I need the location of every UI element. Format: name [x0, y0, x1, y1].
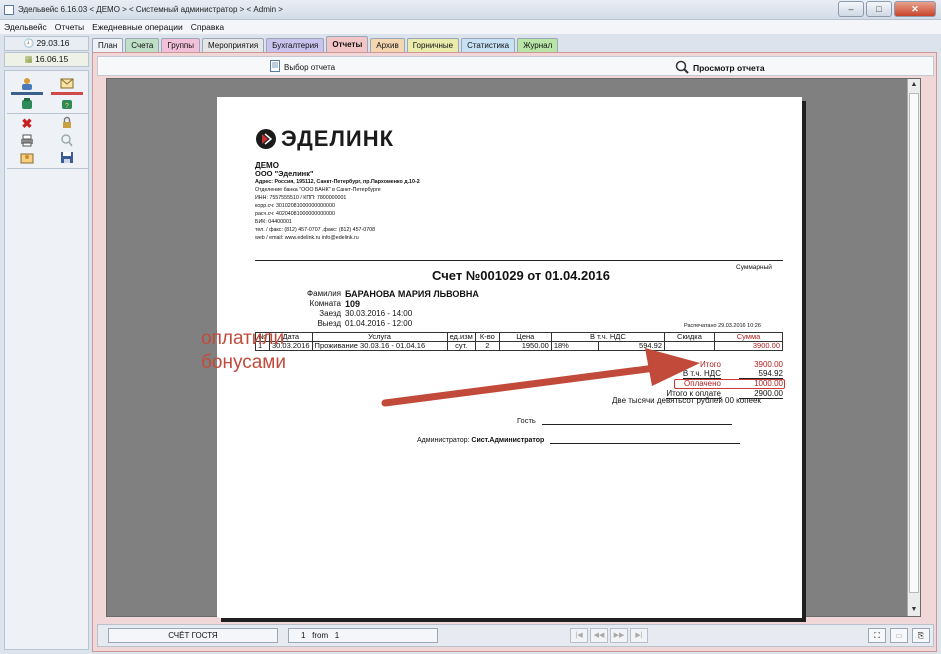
- edit-button[interactable]: [9, 151, 45, 166]
- invoice-page: ЭДЕЛИНК ДЕМО ООО "Эделинк" Адрес: Россия…: [217, 97, 802, 618]
- maximize-button[interactable]: □: [866, 1, 892, 17]
- vertical-scrollbar[interactable]: ▲ ▼: [907, 79, 920, 616]
- pager: |◀ ◀◀ ▶▶ ▶|: [570, 628, 648, 643]
- search-button[interactable]: [49, 133, 85, 150]
- fit-page-icon[interactable]: ⛶: [868, 628, 886, 643]
- guest-info: Фамилия БАРАНОВА МАРИЯ ЛЬВОВНА Комната 109…: [307, 289, 479, 328]
- menu-bar: Эдельвейс Отчеты Ежедневные операции Спр…: [0, 20, 941, 34]
- report-toolbar: Выбор отчета Просмотр отчета: [97, 56, 934, 76]
- envelope-icon: [60, 77, 74, 93]
- company-logo: ЭДЕЛИНК: [255, 126, 394, 152]
- admin-signature: Администратор: Сист.Администратор: [417, 436, 741, 444]
- app-icon: [4, 5, 14, 15]
- services-table: № Дата Услуга ед.изм К-во Цена В т.ч. НД…: [255, 332, 783, 351]
- tab-accounting[interactable]: Бухгалтерия: [266, 38, 325, 52]
- phone-alt-button[interactable]: ?: [49, 97, 85, 112]
- invoice-title: Счет №001029 от 01.04.2016: [432, 268, 610, 283]
- scroll-down-icon[interactable]: ▼: [908, 604, 920, 616]
- table-row: 1 30.03.2016 Проживание 30.03.16 - 01.04…: [255, 341, 783, 351]
- tab-events[interactable]: Мероприятия: [202, 38, 265, 52]
- save-icon: [60, 151, 74, 167]
- calendar-icon: ▦: [24, 54, 33, 64]
- svg-text:?: ?: [65, 103, 69, 110]
- amount-in-words: Две тысячи девятьсот рублей 00 копеек: [612, 396, 761, 405]
- logo-mark-icon: [256, 129, 276, 149]
- company-details: ДЕМО ООО "Эделинк" Адрес: Россия, 195112…: [255, 161, 420, 242]
- tab-archive[interactable]: Архив: [370, 38, 405, 52]
- menu-daily-ops[interactable]: Ежедневные операции: [92, 20, 183, 34]
- current-date[interactable]: 🕘 29.03.16: [4, 36, 89, 51]
- printed-timestamp: Распечатано 29.03.2016 10:26: [684, 323, 761, 329]
- scroll-thumb[interactable]: [909, 93, 919, 593]
- fit-width-icon[interactable]: ▭: [890, 628, 908, 643]
- menu-help[interactable]: Справка: [191, 20, 224, 34]
- page-indicator: 1 from 1: [288, 628, 438, 643]
- edit-icon: [20, 151, 34, 167]
- tab-reports[interactable]: Отчеты: [326, 36, 369, 52]
- document-icon: [270, 60, 280, 74]
- menu-edelweiss[interactable]: Эдельвейс: [4, 20, 47, 34]
- title-bar: Эдельвейс 6.16.03 < ДЕМО > < Системный а…: [0, 0, 941, 20]
- minimize-button[interactable]: –: [838, 1, 864, 17]
- invoice-type: Суммарный: [736, 264, 772, 271]
- mail-button[interactable]: [49, 77, 85, 95]
- print-button[interactable]: [9, 134, 45, 149]
- tab-groups[interactable]: Группы: [161, 38, 201, 52]
- search-icon: [60, 133, 74, 150]
- tab-housekeeping[interactable]: Горничные: [406, 38, 460, 52]
- tab-journal[interactable]: Журнал: [517, 38, 559, 52]
- module-tabs: План Счета Группы Мероприятия Бухгалтери…: [92, 36, 559, 52]
- prev-page-icon[interactable]: ◀◀: [590, 628, 608, 643]
- export-icon[interactable]: ⎘: [912, 628, 930, 643]
- tab-statistics[interactable]: Статистика: [461, 38, 516, 52]
- magnifier-icon: [675, 60, 689, 76]
- select-report-button[interactable]: Выбор отчета: [270, 60, 335, 74]
- annotation-text: оплатили бонусами: [201, 328, 286, 373]
- guest-signature: Гость: [517, 416, 732, 425]
- report-name: СЧЁТ ГОСТЯ: [108, 628, 278, 643]
- phone-alt-icon: ?: [60, 97, 74, 113]
- sidebar: ? ✖: [4, 70, 89, 650]
- lock-icon: [60, 116, 74, 132]
- delete-button[interactable]: ✖: [9, 116, 45, 131]
- menu-reports[interactable]: Отчеты: [55, 20, 84, 34]
- save-button[interactable]: [49, 151, 85, 166]
- paid-highlight-box: [674, 379, 785, 389]
- first-page-icon[interactable]: |◀: [570, 628, 588, 643]
- user-icon: [20, 77, 34, 93]
- phone-button[interactable]: [9, 97, 45, 112]
- delete-icon: ✖: [21, 115, 33, 131]
- last-page-icon[interactable]: ▶|: [630, 628, 648, 643]
- close-button[interactable]: ✕: [894, 1, 936, 17]
- next-page-icon[interactable]: ▶▶: [610, 628, 628, 643]
- scroll-up-icon[interactable]: ▲: [908, 79, 920, 91]
- window-title: Эдельвейс 6.16.03 < ДЕМО > < Системный а…: [18, 5, 283, 14]
- clock-icon: 🕘: [23, 38, 35, 48]
- print-icon: [20, 134, 34, 150]
- user-button[interactable]: [9, 77, 45, 95]
- secondary-date[interactable]: ▦ 16.06.15: [4, 52, 89, 67]
- view-report-button[interactable]: Просмотр отчета: [675, 60, 765, 76]
- tab-accounts[interactable]: Счета: [125, 38, 160, 52]
- lock-button[interactable]: [49, 116, 85, 131]
- tab-plan[interactable]: План: [92, 38, 124, 52]
- status-bar: СЧЁТ ГОСТЯ 1 from 1 |◀ ◀◀ ▶▶ ▶| ⛶ ▭ ⎘: [97, 624, 934, 647]
- phone-icon: [20, 97, 34, 113]
